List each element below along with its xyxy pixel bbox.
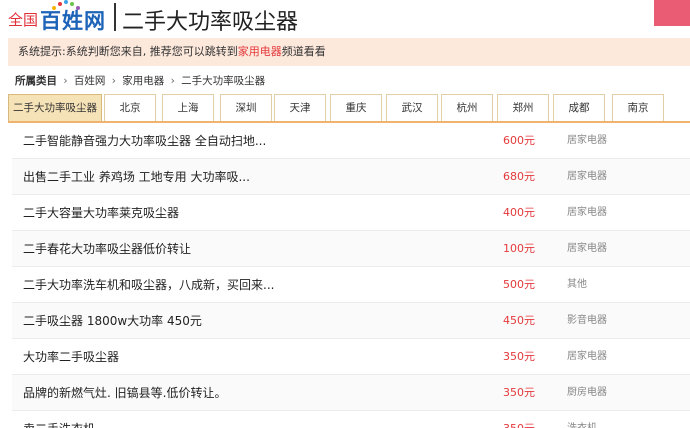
listing-title[interactable]: 品牌的新燃气灶. 旧镐县等.低价转让。	[23, 375, 226, 411]
listing-title[interactable]: 二手大功率洗车机和吸尘器，八成新，买回来...	[23, 267, 274, 303]
listing-category: 居家电器	[567, 351, 607, 362]
tab-current-category[interactable]: 二手大功率吸尘器	[8, 94, 102, 122]
listing-category: 厨房电器	[567, 387, 607, 398]
listing-category: 居家电器	[567, 207, 607, 218]
page-title: 二手大功率吸尘器	[122, 10, 299, 35]
listing-price: 680元	[503, 170, 535, 183]
listing-row[interactable]: 二手大容量大功率莱克吸尘器 400元 居家电器	[12, 195, 690, 231]
listing-category: 影音电器	[567, 315, 607, 326]
header-action-button[interactable]	[654, 0, 690, 26]
notice-text: 系统提示:系统判断您来自, 推荐您可以跳转到	[18, 45, 238, 58]
listing-title[interactable]: 出售二手工业 养鸡场 工地专用 大功率吸...	[23, 159, 250, 195]
listing-row[interactable]: 卖二手洗衣机 350元 洗衣机	[12, 411, 690, 428]
tab-city-hangzhou[interactable]: 杭州	[441, 94, 493, 122]
listing-category: 居家电器	[567, 135, 607, 146]
listing-title[interactable]: 二手大容量大功率莱克吸尘器	[23, 195, 179, 231]
chevron-right-icon: ›	[111, 75, 116, 87]
tab-city-beijing[interactable]: 北京	[104, 94, 156, 122]
listing-category: 其他	[567, 279, 587, 290]
listing-category: 洗衣机	[567, 411, 597, 428]
system-notice: 系统提示:系统判断您来自, 推荐您可以跳转到家用电器频道看看	[8, 38, 690, 66]
listing-title[interactable]: 卖二手洗衣机	[23, 411, 95, 428]
site-header: 全国 百姓网 二手大功率吸尘器	[0, 0, 690, 35]
breadcrumb-lead: 所属类目	[15, 75, 57, 87]
listing-price: 350元	[503, 386, 535, 399]
listing-row[interactable]: 二手吸尘器 1800w大功率 450元 450元 影音电器	[12, 303, 690, 339]
tab-city-tianjin[interactable]: 天津	[274, 94, 326, 122]
listing-title[interactable]: 二手春花大功率吸尘器低价转让	[23, 231, 191, 267]
listing-price: 500元	[503, 278, 535, 291]
region-selector[interactable]: 全国	[8, 9, 38, 30]
listing-row[interactable]: 出售二手工业 养鸡场 工地专用 大功率吸... 680元 居家电器	[12, 159, 690, 195]
listing-price: 350元	[503, 350, 535, 363]
listing-price: 400元	[503, 206, 535, 219]
breadcrumb-item-home[interactable]: 百姓网	[74, 75, 106, 87]
breadcrumb-item-category[interactable]: 家用电器	[122, 75, 164, 87]
listing-category: 居家电器	[567, 243, 607, 254]
tab-city-chengdu[interactable]: 成都	[553, 94, 605, 122]
listing-price: 100元	[503, 242, 535, 255]
tab-city-shenzhen[interactable]: 深圳	[220, 94, 272, 122]
listing-list: 二手智能静音强力大功率吸尘器 全自动扫地... 600元 居家电器 出售二手工业…	[12, 123, 690, 428]
listing-title[interactable]: 二手吸尘器 1800w大功率 450元	[23, 303, 202, 339]
listing-title[interactable]: 二手智能静音强力大功率吸尘器 全自动扫地...	[23, 123, 266, 159]
listing-title[interactable]: 大功率二手吸尘器	[23, 339, 119, 375]
listing-row[interactable]: 二手智能静音强力大功率吸尘器 全自动扫地... 600元 居家电器	[12, 123, 690, 159]
site-logo[interactable]: 百姓网	[40, 5, 106, 35]
tab-city-shanghai[interactable]: 上海	[162, 94, 214, 122]
tab-city-nanjing[interactable]: 南京	[612, 94, 664, 122]
notice-category-link[interactable]: 家用电器	[238, 45, 282, 58]
listing-row[interactable]: 大功率二手吸尘器 350元 居家电器	[12, 339, 690, 375]
tab-city-wuhan[interactable]: 武汉	[386, 94, 438, 122]
listing-row[interactable]: 二手春花大功率吸尘器低价转让 100元 居家电器	[12, 231, 690, 267]
header-divider	[114, 3, 116, 31]
listing-row[interactable]: 二手大功率洗车机和吸尘器，八成新，买回来... 500元 其他	[12, 267, 690, 303]
city-tabs: 二手大功率吸尘器 北京 上海 深圳 天津 重庆 武汉 杭州 郑州 成都 南京	[8, 94, 690, 122]
listing-price: 450元	[503, 314, 535, 327]
breadcrumb-item-current[interactable]: 二手大功率吸尘器	[181, 75, 265, 87]
notice-suffix: 频道看看	[281, 45, 326, 58]
breadcrumb: 所属类目 › 百姓网 › 家用电器 › 二手大功率吸尘器	[15, 73, 265, 88]
chevron-right-icon: ›	[63, 75, 68, 87]
chevron-right-icon: ›	[170, 75, 175, 87]
listing-price: 600元	[503, 134, 535, 147]
tab-city-zhengzhou[interactable]: 郑州	[497, 94, 549, 122]
listing-category: 居家电器	[567, 171, 607, 182]
listing-price: 350元	[503, 411, 535, 428]
listing-row[interactable]: 品牌的新燃气灶. 旧镐县等.低价转让。 350元 厨房电器	[12, 375, 690, 411]
tab-city-chongqing[interactable]: 重庆	[330, 94, 382, 122]
